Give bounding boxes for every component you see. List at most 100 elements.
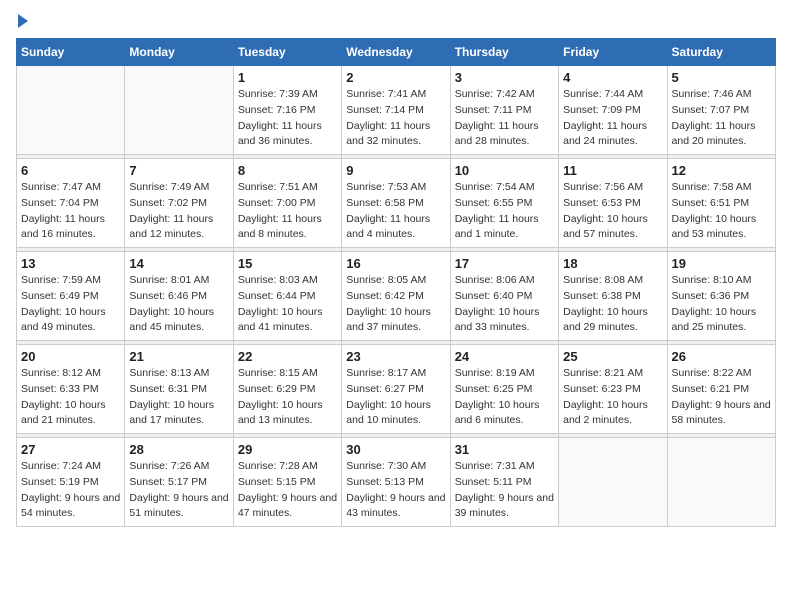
day-number: 8 (238, 163, 337, 178)
day-number: 25 (563, 349, 662, 364)
day-number: 18 (563, 256, 662, 271)
column-header-friday: Friday (559, 39, 667, 66)
day-info: Sunrise: 8:22 AMSunset: 6:21 PMDaylight:… (672, 366, 771, 429)
calendar-cell: 29 Sunrise: 7:28 AMSunset: 5:15 PMDayligh… (233, 438, 341, 527)
day-number: 26 (672, 349, 771, 364)
day-info: Sunrise: 7:59 AMSunset: 6:49 PMDaylight:… (21, 273, 120, 336)
calendar-cell: 27 Sunrise: 7:24 AMSunset: 5:19 PMDayligh… (17, 438, 125, 527)
calendar-cell: 2Sunrise: 7:41 AMSunset: 7:14 PMDaylight… (342, 66, 450, 155)
calendar-cell: 6 Sunrise: 7:47 AMSunset: 7:04 PMDaylight… (17, 159, 125, 248)
day-number: 19 (672, 256, 771, 271)
day-info: Sunrise: 7:51 AMSunset: 7:00 PMDaylight:… (238, 180, 337, 243)
calendar-table: SundayMondayTuesdayWednesdayThursdayFrid… (16, 38, 776, 527)
page-header (16, 16, 776, 28)
day-info: Sunrise: 7:28 AMSunset: 5:15 PMDaylight:… (238, 459, 337, 522)
day-number: 29 (238, 442, 337, 457)
calendar-cell: 25 Sunrise: 8:21 AMSunset: 6:23 PMDayligh… (559, 345, 667, 434)
day-info: Sunrise: 8:01 AMSunset: 6:46 PMDaylight:… (129, 273, 228, 336)
calendar-week-row: 20 Sunrise: 8:12 AMSunset: 6:33 PMDayligh… (17, 345, 776, 434)
calendar-cell (17, 66, 125, 155)
day-number: 21 (129, 349, 228, 364)
day-info: Sunrise: 7:26 AMSunset: 5:17 PMDaylight:… (129, 459, 228, 522)
calendar-cell: 14 Sunrise: 8:01 AMSunset: 6:46 PMDayligh… (125, 252, 233, 341)
calendar-cell: 7 Sunrise: 7:49 AMSunset: 7:02 PMDaylight… (125, 159, 233, 248)
day-number: 14 (129, 256, 228, 271)
day-info: Sunrise: 7:56 AMSunset: 6:53 PMDaylight:… (563, 180, 662, 243)
calendar-cell: 23 Sunrise: 8:17 AMSunset: 6:27 PMDayligh… (342, 345, 450, 434)
day-number: 10 (455, 163, 554, 178)
calendar-cell: 1 Sunrise: 7:39 AMSunset: 7:16 PMDaylight… (233, 66, 341, 155)
calendar-cell: 16Sunrise: 8:05 AMSunset: 6:42 PMDayligh… (342, 252, 450, 341)
day-number: 11 (563, 163, 662, 178)
calendar-cell: 30 Sunrise: 7:30 AMSunset: 5:13 PMDayligh… (342, 438, 450, 527)
day-number: 20 (21, 349, 120, 364)
calendar-cell: 15 Sunrise: 8:03 AMSunset: 6:44 PMDayligh… (233, 252, 341, 341)
day-info: Sunrise: 8:17 AMSunset: 6:27 PMDaylight:… (346, 366, 445, 429)
calendar-cell: 5 Sunrise: 7:46 AMSunset: 7:07 PMDaylight… (667, 66, 775, 155)
calendar-week-row: 27 Sunrise: 7:24 AMSunset: 5:19 PMDayligh… (17, 438, 776, 527)
calendar-cell: 31 Sunrise: 7:31 AMSunset: 5:11 PMDayligh… (450, 438, 558, 527)
calendar-cell: 10 Sunrise: 7:54 AMSunset: 6:55 PMDayligh… (450, 159, 558, 248)
day-number: 27 (21, 442, 120, 457)
day-info: Sunrise: 7:30 AMSunset: 5:13 PMDaylight:… (346, 459, 445, 522)
logo (16, 16, 28, 28)
column-header-wednesday: Wednesday (342, 39, 450, 66)
column-header-monday: Monday (125, 39, 233, 66)
calendar-cell: 9Sunrise: 7:53 AMSunset: 6:58 PMDaylight… (342, 159, 450, 248)
calendar-cell: 18 Sunrise: 8:08 AMSunset: 6:38 PMDayligh… (559, 252, 667, 341)
day-info: Sunrise: 8:15 AMSunset: 6:29 PMDaylight:… (238, 366, 337, 429)
day-number: 5 (672, 70, 771, 85)
calendar-cell: 20 Sunrise: 8:12 AMSunset: 6:33 PMDayligh… (17, 345, 125, 434)
calendar-cell: 24Sunrise: 8:19 AMSunset: 6:25 PMDayligh… (450, 345, 558, 434)
day-info: Sunrise: 7:31 AMSunset: 5:11 PMDaylight:… (455, 459, 554, 522)
day-number: 23 (346, 349, 445, 364)
day-number: 1 (238, 70, 337, 85)
day-number: 2 (346, 70, 445, 85)
day-info: Sunrise: 7:58 AMSunset: 6:51 PMDaylight:… (672, 180, 771, 243)
day-number: 7 (129, 163, 228, 178)
day-info: Sunrise: 7:47 AMSunset: 7:04 PMDaylight:… (21, 180, 120, 243)
calendar-cell: 11 Sunrise: 7:56 AMSunset: 6:53 PMDayligh… (559, 159, 667, 248)
calendar-cell: 19 Sunrise: 8:10 AMSunset: 6:36 PMDayligh… (667, 252, 775, 341)
day-info: Sunrise: 8:08 AMSunset: 6:38 PMDaylight:… (563, 273, 662, 336)
day-info: Sunrise: 7:44 AMSunset: 7:09 PMDaylight:… (563, 87, 662, 150)
day-info: Sunrise: 8:13 AMSunset: 6:31 PMDaylight:… (129, 366, 228, 429)
day-info: Sunrise: 7:24 AMSunset: 5:19 PMDaylight:… (21, 459, 120, 522)
day-info: Sunrise: 7:54 AMSunset: 6:55 PMDaylight:… (455, 180, 554, 243)
day-number: 24 (455, 349, 554, 364)
day-info: Sunrise: 7:42 AMSunset: 7:11 PMDaylight:… (455, 87, 554, 150)
day-info: Sunrise: 8:05 AMSunset: 6:42 PMDaylight:… (346, 273, 445, 336)
day-info: Sunrise: 8:10 AMSunset: 6:36 PMDaylight:… (672, 273, 771, 336)
day-info: Sunrise: 7:39 AMSunset: 7:16 PMDaylight:… (238, 87, 337, 150)
calendar-week-row: 6 Sunrise: 7:47 AMSunset: 7:04 PMDaylight… (17, 159, 776, 248)
column-header-tuesday: Tuesday (233, 39, 341, 66)
column-header-sunday: Sunday (17, 39, 125, 66)
day-info: Sunrise: 8:06 AMSunset: 6:40 PMDaylight:… (455, 273, 554, 336)
calendar-cell (559, 438, 667, 527)
calendar-cell: 13 Sunrise: 7:59 AMSunset: 6:49 PMDayligh… (17, 252, 125, 341)
day-number: 31 (455, 442, 554, 457)
day-number: 9 (346, 163, 445, 178)
day-info: Sunrise: 8:12 AMSunset: 6:33 PMDaylight:… (21, 366, 120, 429)
day-number: 6 (21, 163, 120, 178)
day-info: Sunrise: 8:21 AMSunset: 6:23 PMDaylight:… (563, 366, 662, 429)
day-number: 28 (129, 442, 228, 457)
day-number: 22 (238, 349, 337, 364)
calendar-week-row: 1 Sunrise: 7:39 AMSunset: 7:16 PMDaylight… (17, 66, 776, 155)
day-info: Sunrise: 7:46 AMSunset: 7:07 PMDaylight:… (672, 87, 771, 150)
calendar-cell: 3 Sunrise: 7:42 AMSunset: 7:11 PMDaylight… (450, 66, 558, 155)
day-number: 30 (346, 442, 445, 457)
calendar-cell (125, 66, 233, 155)
logo-arrow-icon (18, 14, 28, 28)
day-number: 3 (455, 70, 554, 85)
day-number: 4 (563, 70, 662, 85)
day-info: Sunrise: 8:03 AMSunset: 6:44 PMDaylight:… (238, 273, 337, 336)
day-number: 15 (238, 256, 337, 271)
calendar-cell: 22 Sunrise: 8:15 AMSunset: 6:29 PMDayligh… (233, 345, 341, 434)
calendar-cell (667, 438, 775, 527)
calendar-week-row: 13 Sunrise: 7:59 AMSunset: 6:49 PMDayligh… (17, 252, 776, 341)
column-header-saturday: Saturday (667, 39, 775, 66)
day-number: 13 (21, 256, 120, 271)
day-info: Sunrise: 7:49 AMSunset: 7:02 PMDaylight:… (129, 180, 228, 243)
column-header-thursday: Thursday (450, 39, 558, 66)
